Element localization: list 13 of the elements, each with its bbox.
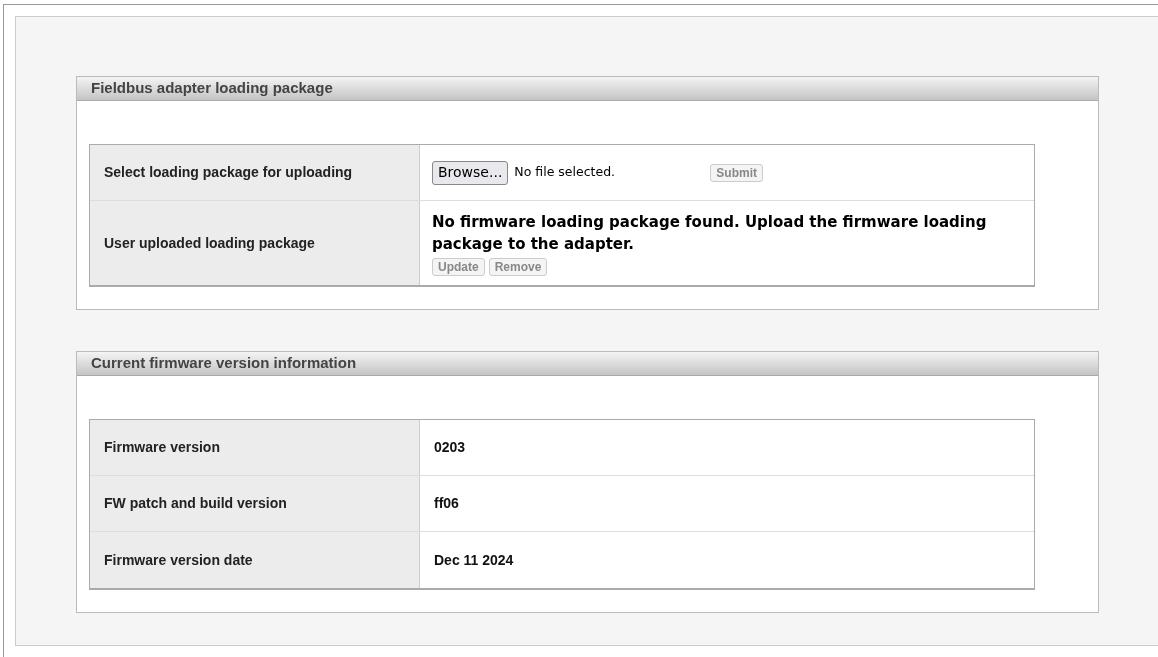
row-value: ff06 [434, 494, 459, 513]
row-label: Select loading package for uploading [90, 145, 420, 200]
row-label: Firmware version date [90, 532, 420, 588]
row-label: Firmware version [90, 420, 420, 475]
section-header: Fieldbus adapter loading package [77, 77, 1098, 101]
row-label: User uploaded loading package [90, 201, 420, 285]
row-value: Dec 11 2024 [434, 550, 514, 570]
row-label: FW patch and build version [90, 476, 420, 531]
section-header: Current firmware version information [77, 352, 1098, 376]
browse-button[interactable]: Browse... [432, 160, 509, 185]
status-message: No firmware loading package found. Upload the firmware loading package to the adapter. [432, 211, 988, 255]
file-status: No file selected. [514, 163, 617, 182]
row-value: 0203 [434, 438, 466, 457]
